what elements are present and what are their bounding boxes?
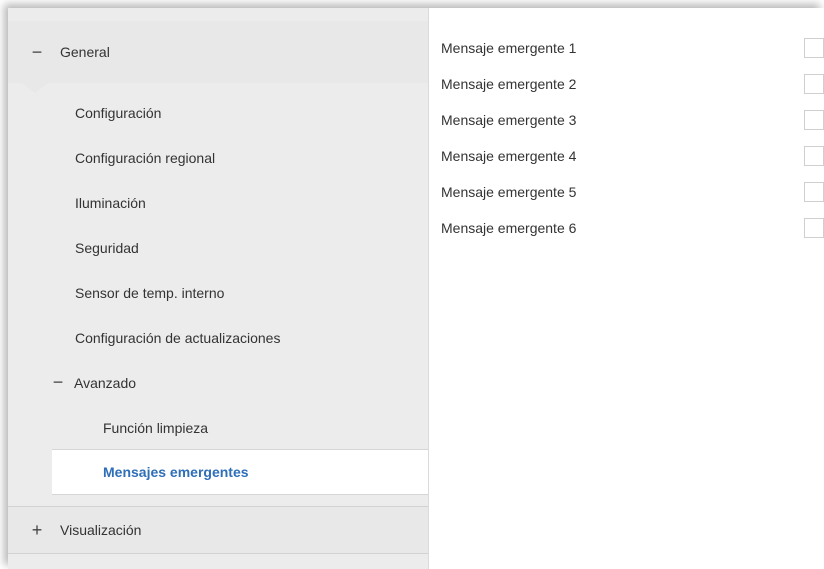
param-label: Mensaje emergente 3 xyxy=(441,112,577,128)
tree-item-label: Configuración xyxy=(75,104,162,121)
window: − General Configuración Configuración re… xyxy=(8,8,824,569)
param-label: Mensaje emergente 2 xyxy=(441,76,577,92)
tree-item-configuracion[interactable]: Configuración xyxy=(8,90,428,135)
collapse-icon[interactable]: − xyxy=(48,372,68,393)
tree-item-label: Configuración regional xyxy=(75,149,216,166)
tree-item-funcion-limpieza[interactable]: Función limpieza xyxy=(8,405,428,450)
param-label: Mensaje emergente 1 xyxy=(441,40,577,56)
param-checkbox[interactable] xyxy=(804,146,824,166)
tree-item-mensajes-emergentes[interactable]: Mensajes emergentes xyxy=(52,449,428,495)
tree-item-label: Seguridad xyxy=(75,239,139,256)
param-checkbox[interactable] xyxy=(804,74,824,94)
tree-item-configuracion-actualizaciones[interactable]: Configuración de actualizaciones xyxy=(8,315,428,360)
param-checkbox[interactable] xyxy=(804,110,824,130)
tree-item-label: Iluminación xyxy=(75,194,146,211)
tree-item-label: Función limpieza xyxy=(103,419,209,436)
tree-item-label: Configuración de actualizaciones xyxy=(75,329,281,346)
tree-item-iluminacion[interactable]: Iluminación xyxy=(8,180,428,225)
tree-section-visualizacion[interactable]: + Visualización xyxy=(8,506,428,554)
tree-section-label: General xyxy=(60,44,110,60)
tree-subsection-avanzado[interactable]: − Avanzado xyxy=(8,360,428,405)
param-label: Mensaje emergente 6 xyxy=(441,220,577,236)
param-row: Mensaje emergente 4 xyxy=(441,138,824,174)
param-label: Mensaje emergente 4 xyxy=(441,148,577,164)
param-row: Mensaje emergente 2 xyxy=(441,66,824,102)
tree-section-label: Visualización xyxy=(60,522,142,538)
param-checkbox[interactable] xyxy=(804,218,824,238)
tree-item-configuracion-regional[interactable]: Configuración regional xyxy=(8,135,428,180)
parameters-panel: Mensaje emergente 1 Mensaje emergente 2 … xyxy=(429,8,824,569)
navigation-tree: − General Configuración Configuración re… xyxy=(8,8,429,569)
tree-item-sensor-temp[interactable]: Sensor de temp. interno xyxy=(8,270,428,315)
param-checkbox[interactable] xyxy=(804,182,824,202)
param-checkbox[interactable] xyxy=(804,38,824,58)
tree-item-seguridad[interactable]: Seguridad xyxy=(8,225,428,270)
param-row: Mensaje emergente 5 xyxy=(441,174,824,210)
tree-item-label: Sensor de temp. interno xyxy=(75,284,225,301)
param-row: Mensaje emergente 1 xyxy=(441,30,824,66)
tree-subsection-label: Avanzado xyxy=(74,374,137,391)
collapse-icon[interactable]: − xyxy=(27,42,47,63)
tree-section-general[interactable]: − General xyxy=(8,21,428,83)
param-row: Mensaje emergente 3 xyxy=(441,102,824,138)
param-row: Mensaje emergente 6 xyxy=(441,210,824,246)
expand-icon[interactable]: + xyxy=(27,520,47,541)
tree-item-label: Mensajes emergentes xyxy=(103,464,249,480)
param-label: Mensaje emergente 5 xyxy=(441,184,577,200)
